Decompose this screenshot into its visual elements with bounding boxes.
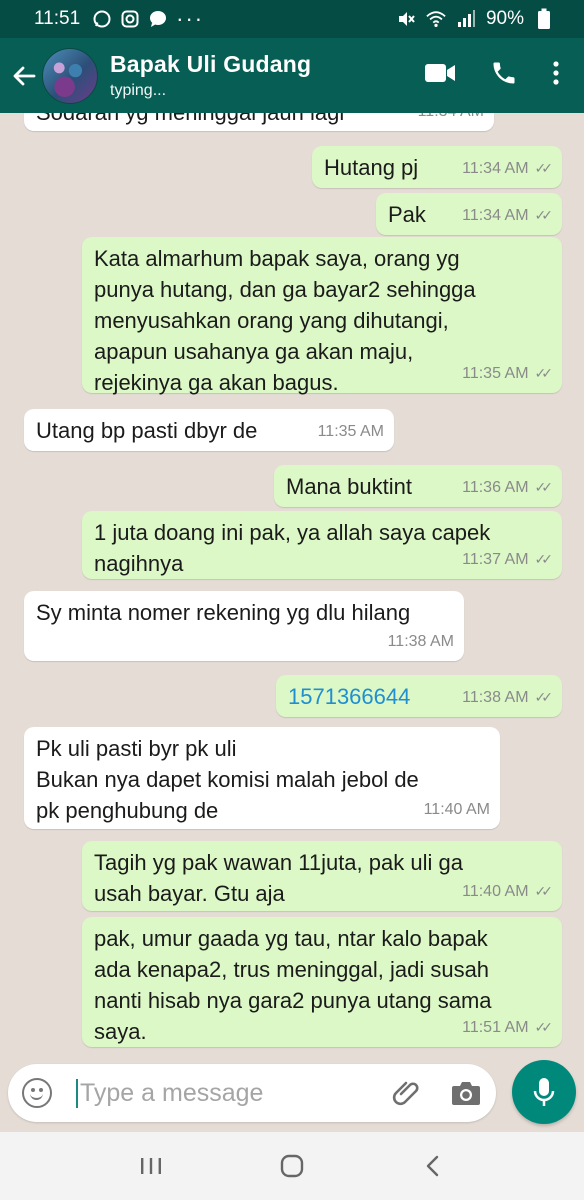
message-outgoing[interactable]: Hutang pj 11:34 AM ✓✓ xyxy=(312,146,562,188)
message-outgoing[interactable]: pak, umur gaada yg tau, ntar kalo bapak … xyxy=(82,917,562,1047)
message-outgoing[interactable]: Kata almarhum bapak saya, orang yg punya… xyxy=(82,237,562,395)
read-ticks-icon: ✓✓ xyxy=(534,479,554,495)
whatsapp-icon xyxy=(92,9,112,29)
chat-header: Bapak Uli Gudang typing... xyxy=(0,38,584,113)
contact-name: Bapak Uli Gudang xyxy=(110,51,312,77)
message-outgoing[interactable]: Pak 11:34 AM ✓✓ xyxy=(376,193,562,235)
message-time: 11:38 AM xyxy=(462,689,529,706)
message-input[interactable]: Type a message xyxy=(76,1078,263,1108)
status-bar: 11:51 ··· 90% xyxy=(0,0,584,38)
message-incoming[interactable]: Pk uli pasti byr pk uli Bukan nya dapet … xyxy=(24,727,500,829)
voice-call-button[interactable] xyxy=(490,59,518,92)
back-icon[interactable] xyxy=(413,1146,453,1186)
message-time: 11:40 AM xyxy=(462,883,529,900)
read-ticks-icon: ✓✓ xyxy=(534,365,554,381)
read-ticks-icon: ✓✓ xyxy=(534,883,554,899)
message-incoming[interactable]: Utang bp pasti dbyr de 11:35 AM xyxy=(24,409,394,451)
back-button[interactable] xyxy=(4,56,44,96)
system-nav-bar xyxy=(0,1132,584,1200)
message-line: punya hutang, dan ga bayar2 sehingga xyxy=(94,277,476,302)
emoji-icon[interactable] xyxy=(22,1078,52,1108)
message-line: pk penghubung de xyxy=(36,798,219,823)
message-time: 11:35 AM xyxy=(462,365,529,382)
message-time: 11:38 AM xyxy=(387,633,454,650)
message-time: 11:35 AM xyxy=(317,423,384,440)
phone-icon xyxy=(493,62,515,84)
message-text: Pak xyxy=(388,202,426,227)
camera-icon xyxy=(452,1082,480,1105)
message-text: Hutang pj xyxy=(324,155,419,180)
home-icon[interactable] xyxy=(272,1146,312,1186)
video-call-button[interactable] xyxy=(424,62,456,89)
instagram-icon xyxy=(120,9,140,29)
video-call-icon xyxy=(425,64,455,82)
message-text: Utang bp pasti dbyr de xyxy=(36,418,258,443)
camera-button[interactable] xyxy=(450,1078,482,1108)
contact-info[interactable]: Bapak Uli Gudang typing... xyxy=(110,51,311,100)
message-outgoing[interactable]: 1571366644 11:38 AM ✓✓ xyxy=(276,675,562,717)
recents-icon[interactable] xyxy=(131,1146,171,1186)
message-time: 11:34 AM xyxy=(462,207,529,224)
typing-status: typing... xyxy=(110,82,167,99)
message-incoming[interactable]: Sy minta nomer rekening yg dlu hilang 11… xyxy=(24,591,464,661)
read-ticks-icon: ✓✓ xyxy=(534,551,554,567)
message-time: 11:40 AM xyxy=(423,801,490,818)
read-ticks-icon: ✓✓ xyxy=(534,1019,554,1035)
signal-icon xyxy=(456,9,476,29)
mute-icon xyxy=(396,9,416,29)
voice-message-button[interactable] xyxy=(512,1060,576,1124)
read-ticks-icon: ✓✓ xyxy=(534,207,554,223)
avatar[interactable] xyxy=(42,47,98,104)
more-options-button[interactable] xyxy=(552,60,560,91)
message-line: menyusahkan orang yang dihutangi, xyxy=(94,308,449,333)
phone-number-link[interactable]: 1571366644 xyxy=(288,684,410,709)
message-line: Pk uli pasti byr pk uli xyxy=(36,736,237,761)
message-line: pak, umur gaada yg tau, ntar kalo bapak xyxy=(94,926,488,951)
read-ticks-icon: ✓✓ xyxy=(534,689,554,705)
message-line: Tagih yg pak wawan 11juta, pak uli ga xyxy=(94,850,463,875)
message-line: Kata almarhum bapak saya, orang yg xyxy=(94,246,460,271)
message-time: 11:37 AM xyxy=(462,551,529,568)
message-outgoing[interactable]: 1 juta doang ini pak, ya allah saya cape… xyxy=(82,511,562,579)
status-dots: ··· xyxy=(176,6,205,31)
battery-icon xyxy=(534,8,554,29)
message-line: Bukan nya dapet komisi malah jebol de xyxy=(36,767,419,792)
message-text: Sy minta nomer rekening yg dlu hilang xyxy=(36,600,411,625)
message-time: 11:36 AM xyxy=(462,479,529,496)
status-time: 11:51 xyxy=(34,8,81,29)
read-ticks-icon: ✓✓ xyxy=(534,160,554,176)
message-time: 11:34 AM xyxy=(418,113,484,127)
wifi-icon xyxy=(426,9,446,29)
chat-area[interactable]: Sodaran yg meninggal jauh lagi 11:34 AM … xyxy=(0,113,584,1060)
message-text: Sodaran yg meninggal jauh lagi xyxy=(36,113,344,125)
message-composer: Type a message xyxy=(8,1064,496,1122)
microphone-icon xyxy=(533,1078,555,1106)
message-line: ada kenapa2, trus meninggal, jadi susah xyxy=(94,957,490,982)
message-outgoing[interactable]: Tagih yg pak wawan 11juta, pak uli ga us… xyxy=(82,841,562,911)
attach-button[interactable] xyxy=(392,1078,422,1108)
battery-percent: 90% xyxy=(485,8,524,29)
more-vert-icon xyxy=(553,61,559,85)
message-time: 11:51 AM xyxy=(462,1019,529,1036)
message-outgoing[interactable]: Mana buktint 11:36 AM ✓✓ xyxy=(274,465,562,507)
message-incoming[interactable]: Sodaran yg meninggal jauh lagi 11:34 AM xyxy=(24,113,494,131)
chat-bubble-icon xyxy=(148,9,168,29)
arrow-left-icon xyxy=(13,66,36,85)
message-text: Mana buktint xyxy=(286,474,412,499)
paperclip-icon xyxy=(392,1081,419,1106)
message-time: 11:34 AM xyxy=(462,160,529,177)
